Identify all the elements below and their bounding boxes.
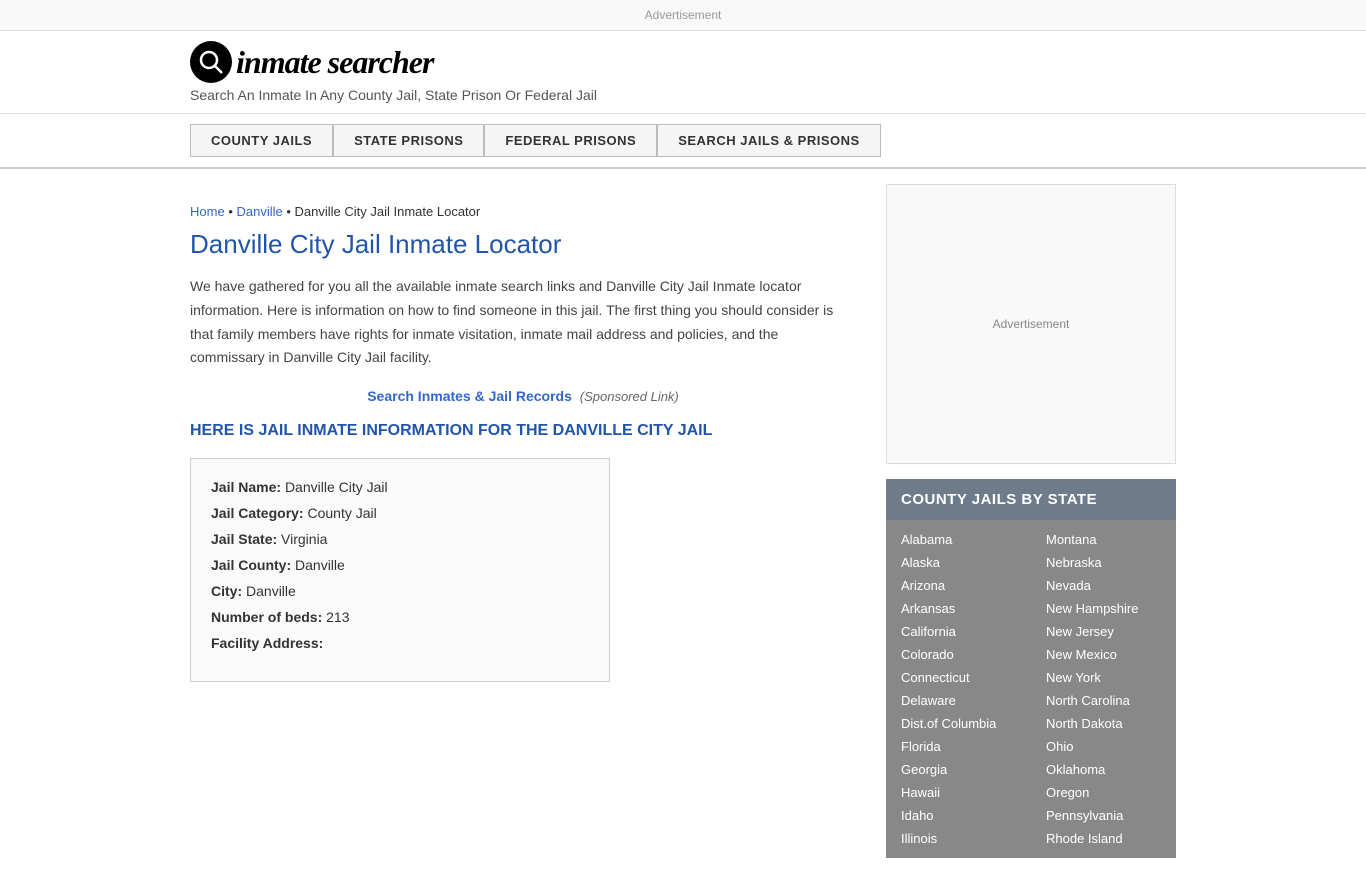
jail-state-label: Jail State: (211, 531, 277, 547)
state-box: COUNTY JAILS BY STATE AlabamaAlaskaArizo… (886, 479, 1176, 858)
breadcrumb-city[interactable]: Danville (236, 204, 282, 219)
main-content: Home • Danville • Danville City Jail Inm… (190, 169, 856, 873)
state-link[interactable]: New Jersey (1031, 620, 1176, 643)
beds-row: Number of beds: 213 (211, 609, 589, 625)
sidebar-ad-label: Advertisement (993, 317, 1070, 331)
state-link[interactable]: California (886, 620, 1031, 643)
breadcrumb-current: Danville City Jail Inmate Locator (295, 204, 481, 219)
info-box: Jail Name: Danville City Jail Jail Categ… (190, 458, 610, 682)
sidebar: Advertisement COUNTY JAILS BY STATE Alab… (886, 169, 1176, 873)
state-link[interactable]: Montana (1031, 528, 1176, 551)
jail-state-row: Jail State: Virginia (211, 531, 589, 547)
state-link[interactable]: Hawaii (886, 781, 1031, 804)
state-link[interactable]: New Hampshire (1031, 597, 1176, 620)
state-link[interactable]: Connecticut (886, 666, 1031, 689)
nav-buttons: COUNTY JAILS STATE PRISONS FEDERAL PRISO… (190, 124, 1176, 157)
state-link[interactable]: Alabama (886, 528, 1031, 551)
nav-state-prisons[interactable]: STATE PRISONS (333, 124, 484, 157)
jail-county-value: Danville (295, 557, 345, 573)
state-link[interactable]: Colorado (886, 643, 1031, 666)
state-link[interactable]: Nevada (1031, 574, 1176, 597)
jail-category-row: Jail Category: County Jail (211, 505, 589, 521)
state-link[interactable]: Oklahoma (1031, 758, 1176, 781)
jail-name-label: Jail Name: (211, 479, 281, 495)
tagline: Search An Inmate In Any County Jail, Sta… (190, 87, 1176, 103)
state-link[interactable]: Pennsylvania (1031, 804, 1176, 827)
beds-label: Number of beds: (211, 609, 322, 625)
state-link[interactable]: Rhode Island (1031, 827, 1176, 850)
state-link[interactable]: Ohio (1031, 735, 1176, 758)
section-heading: HERE IS JAIL INMATE INFORMATION FOR THE … (190, 422, 856, 440)
city-row: City: Danville (211, 583, 589, 599)
jail-category-label: Jail Category: (211, 505, 304, 521)
logo-icon (190, 41, 232, 83)
nav-federal-prisons[interactable]: FEDERAL PRISONS (484, 124, 657, 157)
address-row: Facility Address: (211, 635, 589, 651)
sidebar-ad: Advertisement (886, 184, 1176, 464)
nav-county-jails[interactable]: COUNTY JAILS (190, 124, 333, 157)
state-link[interactable]: Illinois (886, 827, 1031, 850)
state-link[interactable]: Nebraska (1031, 551, 1176, 574)
state-link[interactable]: Arizona (886, 574, 1031, 597)
main-layout: Home • Danville • Danville City Jail Inm… (0, 169, 1366, 873)
state-link[interactable]: Idaho (886, 804, 1031, 827)
top-ad-banner: Advertisement (0, 0, 1366, 31)
state-link[interactable]: Oregon (1031, 781, 1176, 804)
state-grid: AlabamaAlaskaArizonaArkansasCaliforniaCo… (886, 520, 1176, 858)
city-label: City: (211, 583, 242, 599)
states-right-col: MontanaNebraskaNevadaNew HampshireNew Je… (1031, 528, 1176, 850)
jail-name-value: Danville City Jail (285, 479, 388, 495)
state-link[interactable]: Delaware (886, 689, 1031, 712)
sponsored-link-container: Search Inmates & Jail Records (Sponsored… (190, 388, 856, 404)
states-left-col: AlabamaAlaskaArizonaArkansasCaliforniaCo… (886, 528, 1031, 850)
city-value: Danville (246, 583, 296, 599)
page-title: Danville City Jail Inmate Locator (190, 229, 856, 260)
breadcrumb-sep2: • (286, 204, 294, 219)
sponsored-link[interactable]: Search Inmates & Jail Records (367, 388, 572, 404)
jail-state-value: Virginia (281, 531, 327, 547)
breadcrumb: Home • Danville • Danville City Jail Inm… (190, 189, 856, 229)
jail-category-value: County Jail (307, 505, 376, 521)
state-link[interactable]: New York (1031, 666, 1176, 689)
state-box-header: COUNTY JAILS BY STATE (886, 479, 1176, 520)
jail-name-row: Jail Name: Danville City Jail (211, 479, 589, 495)
description: We have gathered for you all the availab… (190, 275, 856, 370)
state-link[interactable]: Alaska (886, 551, 1031, 574)
state-link[interactable]: Dist.of Columbia (886, 712, 1031, 735)
logo-area: inmate searcher (190, 41, 1176, 83)
logo-brand: inmate searcher (236, 44, 433, 80)
nav-search-jails[interactable]: SEARCH JAILS & PRISONS (657, 124, 880, 157)
state-link[interactable]: North Carolina (1031, 689, 1176, 712)
jail-county-label: Jail County: (211, 557, 291, 573)
ad-label: Advertisement (645, 8, 722, 22)
nav: COUNTY JAILS STATE PRISONS FEDERAL PRISO… (0, 114, 1366, 169)
beds-value: 213 (326, 609, 349, 625)
sponsored-label: (Sponsored Link) (580, 389, 679, 404)
state-link[interactable]: New Mexico (1031, 643, 1176, 666)
state-link[interactable]: North Dakota (1031, 712, 1176, 735)
breadcrumb-home[interactable]: Home (190, 204, 225, 219)
address-label: Facility Address: (211, 635, 323, 651)
state-link[interactable]: Florida (886, 735, 1031, 758)
jail-county-row: Jail County: Danville (211, 557, 589, 573)
logo-text: inmate searcher (236, 44, 433, 81)
state-link[interactable]: Georgia (886, 758, 1031, 781)
header: inmate searcher Search An Inmate In Any … (0, 31, 1366, 114)
state-link[interactable]: Arkansas (886, 597, 1031, 620)
